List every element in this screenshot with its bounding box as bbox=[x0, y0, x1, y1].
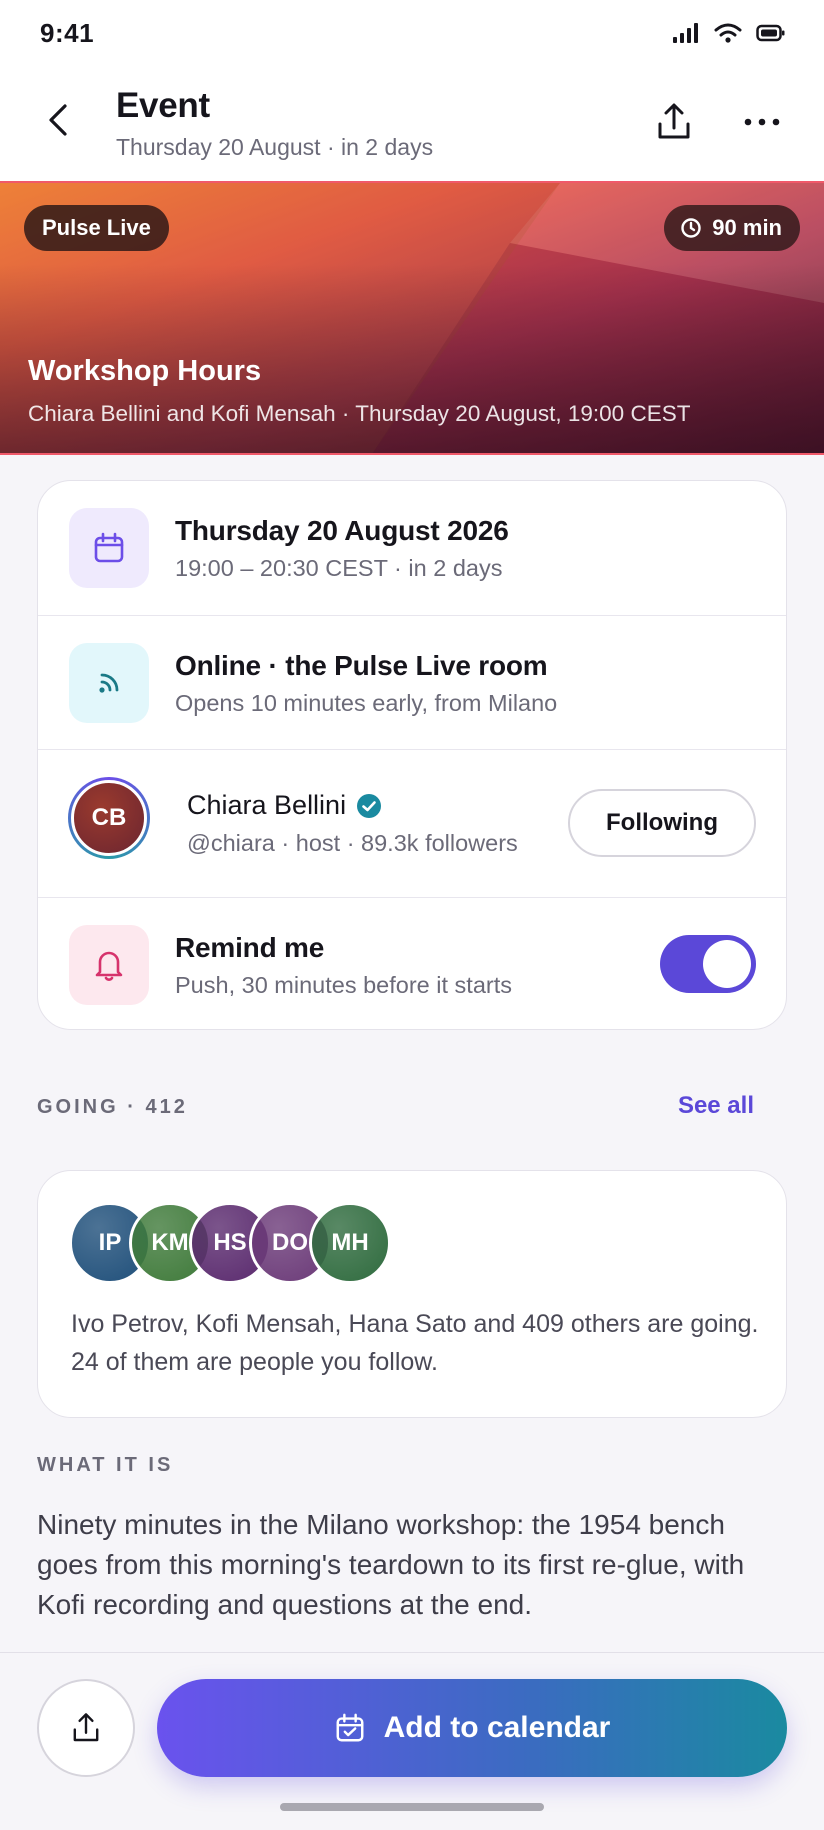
page-title: Event bbox=[116, 86, 210, 125]
page-subtitle: Thursday 20 August · in 2 days bbox=[116, 134, 434, 160]
status-icons bbox=[672, 22, 786, 44]
add-to-calendar-label: Add to calendar bbox=[383, 1711, 611, 1744]
bell-icon bbox=[95, 951, 123, 981]
home-indicator bbox=[280, 1803, 544, 1811]
attendees-summary: Ivo Petrov, Kofi Mensah, Hana Sato and 4… bbox=[71, 1310, 759, 1376]
about-section-label: WHAT IT IS bbox=[37, 1454, 174, 1476]
host-row[interactable]: CB Chiara Bellini @chiara · host · 89.3k… bbox=[38, 749, 786, 897]
host-name: Chiara Bellini bbox=[187, 790, 347, 820]
event-title: Workshop Hours bbox=[28, 355, 262, 387]
reminder-title: Remind me bbox=[175, 932, 325, 963]
clock-icon bbox=[681, 218, 701, 238]
host-avatar[interactable]: CB bbox=[68, 777, 150, 859]
battery-icon bbox=[756, 24, 785, 42]
share-icon bbox=[73, 1713, 99, 1742]
top-nav: Event Thursday 20 August · in 2 days bbox=[0, 70, 824, 182]
host-meta: @chiara · host · 89.3k followers bbox=[187, 830, 518, 856]
host-avatar-initials: CB bbox=[71, 780, 147, 856]
attendee-avatar[interactable]: MH bbox=[309, 1202, 391, 1284]
verified-badge-icon bbox=[357, 793, 382, 818]
bell-icon-tile bbox=[69, 925, 149, 1005]
bottom-share-button[interactable] bbox=[37, 1679, 135, 1777]
broadcast-icon-tile bbox=[69, 643, 149, 723]
location-sub: Opens 10 minutes early, from Milano bbox=[175, 690, 558, 716]
toggle-knob bbox=[703, 940, 751, 988]
reminder-sub: Push, 30 minutes before it starts bbox=[175, 972, 512, 998]
hero-duration-badge: 90 min bbox=[664, 205, 800, 251]
hero-duration-label: 90 min bbox=[712, 215, 782, 240]
going-section-label: GOING · 412 bbox=[37, 1096, 188, 1118]
calendar-icon-tile bbox=[69, 508, 149, 588]
chevron-left-icon bbox=[49, 104, 67, 136]
remind-me-toggle[interactable] bbox=[660, 935, 756, 993]
add-to-calendar-button[interactable]: Add to calendar bbox=[157, 1679, 787, 1777]
location-title: Online · the Pulse Live room bbox=[175, 650, 548, 681]
attendees-card: IP KM HS DO MH Ivo Petrov, Kofi Mensah, Hana… bbox=[37, 1170, 787, 1418]
bottom-action-bar: Add to calendar bbox=[0, 1652, 824, 1830]
event-hero-banner: Pulse Live 90 min Workshop Hours Chiara … bbox=[0, 181, 824, 455]
wifi-icon bbox=[714, 23, 742, 43]
status-bar: 9:41 bbox=[0, 0, 824, 70]
share-button[interactable] bbox=[646, 94, 702, 150]
share-icon bbox=[658, 103, 690, 139]
calendar-check-icon bbox=[336, 1713, 364, 1742]
back-button[interactable] bbox=[32, 94, 84, 146]
event-meta: Chiara Bellini and Kofi Mensah · Thursda… bbox=[28, 401, 691, 426]
broadcast-icon bbox=[99, 673, 119, 693]
more-options-button[interactable] bbox=[734, 94, 790, 150]
status-time: 9:41 bbox=[40, 18, 95, 48]
hero-channel-badge: Pulse Live bbox=[24, 205, 169, 251]
calendar-icon bbox=[94, 532, 124, 563]
see-all-link[interactable]: See all bbox=[678, 1092, 754, 1120]
signal-icon bbox=[673, 23, 698, 43]
following-button[interactable]: Following bbox=[568, 789, 756, 857]
date-row: Thursday 20 August 2026 19:00 – 20:30 CE… bbox=[38, 481, 786, 615]
event-details-card: Thursday 20 August 2026 19:00 – 20:30 CE… bbox=[37, 480, 787, 1030]
host-name-line: Chiara Bellini bbox=[187, 790, 382, 821]
more-horizontal-icon bbox=[744, 118, 780, 126]
about-text: Ninety minutes in the Milano workshop: t… bbox=[37, 1509, 745, 1620]
reminder-row: Remind me Push, 30 minutes before it sta… bbox=[38, 897, 786, 1031]
date-title: Thursday 20 August 2026 bbox=[175, 515, 509, 546]
location-row: Online · the Pulse Live room Opens 10 mi… bbox=[38, 615, 786, 749]
date-sub: 19:00 – 20:30 CEST · in 2 days bbox=[175, 555, 503, 581]
